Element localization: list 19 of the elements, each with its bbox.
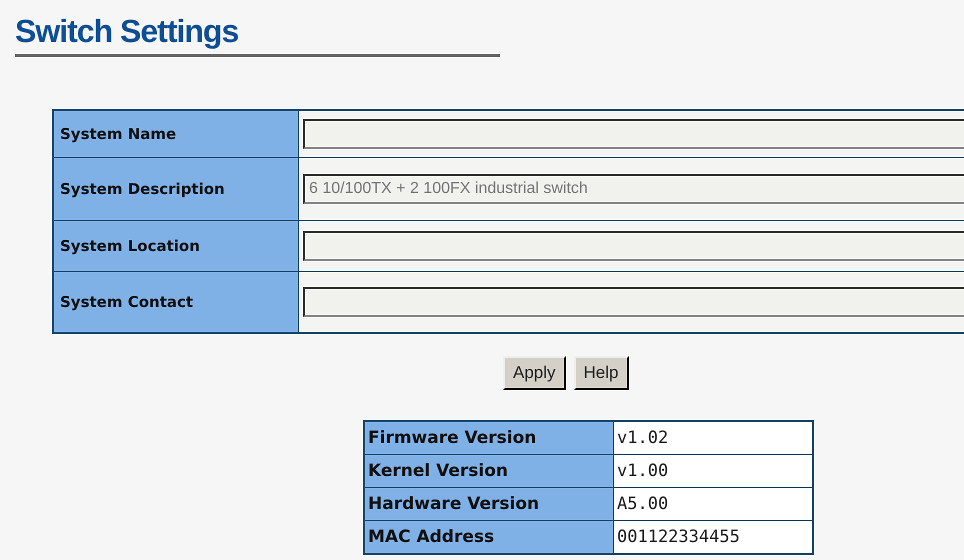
help-button[interactable]: Help — [574, 356, 628, 390]
field-label: System Name — [54, 111, 298, 157]
field-label: System Contact — [54, 272, 298, 332]
page-title: Switch Settings — [15, 10, 500, 57]
info-value: A5.00 — [614, 488, 812, 520]
info-label: Hardware Version — [365, 488, 613, 520]
input-field[interactable] — [303, 287, 964, 317]
apply-button[interactable]: Apply — [503, 356, 566, 390]
info-value: v1.02 — [614, 422, 812, 454]
info-value: 001122334455 — [614, 521, 812, 553]
field-label: System Description — [54, 158, 298, 220]
field-label: System Location — [54, 221, 298, 271]
info-value: v1.00 — [614, 455, 812, 487]
input-field[interactable]: 6 10/100TX + 2 100FX industrial switch — [303, 174, 964, 204]
info-label: Firmware Version — [365, 422, 613, 454]
input-field[interactable] — [303, 231, 964, 261]
info-label: MAC Address — [365, 521, 613, 553]
info-label: Kernel Version — [365, 455, 613, 487]
input-field[interactable] — [303, 119, 964, 149]
